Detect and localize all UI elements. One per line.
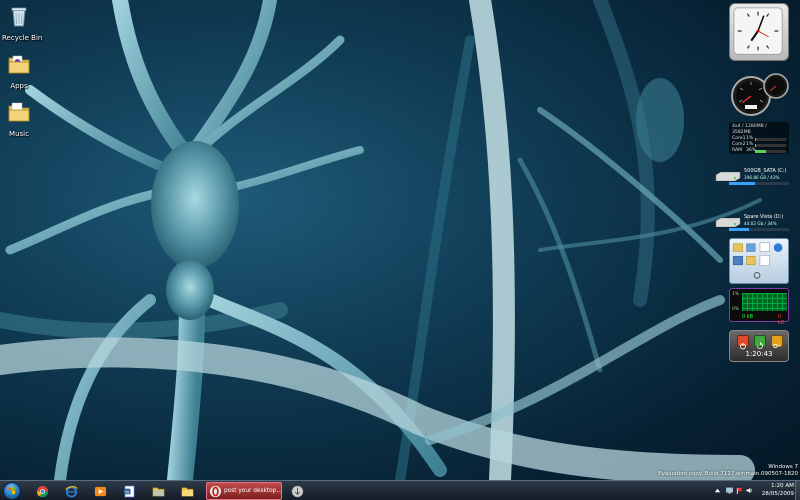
desktop-icon-music[interactable]: Music bbox=[2, 100, 36, 138]
taskbar-clock-time[interactable]: 1:20 AM bbox=[771, 483, 794, 489]
gauge-icon bbox=[731, 73, 789, 116]
notepad-icon bbox=[759, 255, 770, 267]
sysinfo-row-bar bbox=[755, 143, 786, 147]
taskbar-window-opera[interactable]: post your desktop... bbox=[206, 482, 282, 500]
taskbar-pin-app[interactable] bbox=[286, 482, 310, 500]
taskbar-window-title: post your desktop... bbox=[224, 488, 282, 494]
show-desktop-button[interactable] bbox=[795, 481, 800, 500]
drive-title: Spare Vista (D:) bbox=[744, 214, 784, 220]
drive-c-gadget[interactable]: 500GB_SATA (C:) 196.86 GB / 43% bbox=[715, 166, 789, 188]
recycle-bin-icon bbox=[11, 7, 27, 27]
meter-upload-value: 0 kB bbox=[742, 314, 754, 320]
taskbar-pin-folder[interactable] bbox=[176, 482, 200, 500]
os-watermark: Windows 7 Evaluation copy. Build 7127.wi… bbox=[658, 464, 798, 478]
internet-explorer-icon bbox=[65, 486, 78, 498]
drive-usage-bar bbox=[729, 182, 789, 185]
taskbar-pin-internet-explorer[interactable] bbox=[60, 482, 84, 500]
taskbar-pin-word[interactable]: W bbox=[118, 482, 142, 500]
desktop-icon-label: Recycle Bin bbox=[2, 34, 43, 42]
meter-graph bbox=[742, 293, 787, 311]
power-timer-gadget[interactable]: 1:20:43 bbox=[729, 330, 789, 362]
hard-drive-icon bbox=[715, 218, 741, 227]
analog-clock-icon bbox=[733, 7, 783, 55]
sysinfo-row-bar bbox=[755, 149, 786, 153]
taskbar-pin-explorer[interactable] bbox=[147, 482, 171, 500]
sysinfo-row-name: RAM bbox=[732, 148, 743, 153]
desktop-icon-recycle-bin[interactable]: Recycle Bin bbox=[2, 4, 43, 42]
folder-icon bbox=[8, 102, 30, 122]
sysinfo-row: RAM 36% bbox=[732, 148, 786, 154]
countdown-time: 1:20:43 bbox=[745, 350, 773, 358]
restart-button[interactable] bbox=[754, 335, 766, 349]
lock-button[interactable] bbox=[771, 335, 783, 349]
action-center-flag-icon[interactable] bbox=[736, 487, 743, 494]
control-panel-icon bbox=[732, 255, 743, 266]
taskbar: W post your desktop... 1:20 AM 28/05/200… bbox=[0, 480, 800, 500]
windows-start-icon bbox=[8, 487, 16, 495]
show-hidden-icons-icon[interactable] bbox=[714, 487, 721, 494]
desktop-icon-apps[interactable]: Apps bbox=[2, 52, 36, 90]
drive-usage: 44.02 Gb / 34% bbox=[744, 221, 777, 226]
network-meter-gadget[interactable]: 1% 0% 0 kB 0 kB bbox=[729, 288, 789, 326]
folder-icon bbox=[181, 487, 194, 497]
shutdown-button[interactable] bbox=[737, 335, 749, 350]
volume-icon[interactable] bbox=[746, 487, 753, 494]
document-icon bbox=[759, 242, 770, 252]
desktop-icon-label: Apps bbox=[10, 82, 28, 90]
hard-drive-icon bbox=[715, 172, 741, 181]
folder-icon bbox=[746, 255, 756, 266]
sysinfo-header: 4x4 / 1280MB / 3582MB bbox=[732, 124, 767, 135]
system-tray: 1:20 AM 28/05/2009 bbox=[710, 481, 800, 500]
app-icon bbox=[291, 485, 304, 498]
gear-icon bbox=[753, 272, 761, 279]
watermark-line-2: Evaluation copy. Build 7127.winmain.0905… bbox=[658, 471, 798, 477]
meter-top-label: 1% bbox=[732, 292, 740, 297]
cpu-ram-meter-gadget[interactable] bbox=[729, 72, 789, 120]
taskbar-pin-media-player[interactable] bbox=[89, 482, 113, 500]
chrome-icon bbox=[36, 485, 49, 498]
computer-icon bbox=[746, 243, 756, 252]
sysinfo-row-value: 36% bbox=[746, 148, 757, 153]
media-player-icon bbox=[94, 486, 107, 497]
meter-bottom-label: 0% bbox=[732, 307, 740, 312]
taskbar-clock-date[interactable]: 28/05/2009 bbox=[762, 491, 794, 497]
system-info-gadget[interactable]: 4x4 / 1280MB / 3582MB Core1 1% Core2 1% … bbox=[729, 122, 789, 154]
svg-text:W: W bbox=[125, 489, 130, 494]
sysinfo-row-bar bbox=[755, 137, 786, 141]
folder-icon bbox=[8, 55, 30, 74]
desktop-icon-label: Music bbox=[9, 130, 29, 138]
drive-title: 500GB_SATA (C:) bbox=[744, 168, 787, 174]
app-launcher-gadget[interactable] bbox=[729, 238, 789, 284]
network-icon[interactable] bbox=[726, 487, 733, 494]
clock-gadget[interactable] bbox=[729, 3, 789, 61]
drive-usage-bar bbox=[729, 228, 789, 231]
launcher-icons bbox=[732, 242, 783, 279]
watermark-line-1: Windows 7 bbox=[768, 464, 798, 470]
taskbar-pin-chrome[interactable] bbox=[31, 482, 55, 500]
drive-usage: 196.86 GB / 43% bbox=[744, 175, 780, 180]
explorer-icon bbox=[152, 487, 165, 497]
drive-d-gadget[interactable]: Spare Vista (D:) 44.02 Gb / 34% bbox=[715, 212, 789, 234]
neuron-wallpaper bbox=[0, 0, 762, 480]
opera-icon bbox=[209, 485, 222, 498]
folder-icon bbox=[732, 243, 743, 252]
meter-download-value: 0 kB bbox=[778, 314, 785, 326]
internet-explorer-icon bbox=[773, 243, 783, 252]
word-icon: W bbox=[123, 485, 135, 498]
start-button[interactable] bbox=[3, 482, 21, 500]
